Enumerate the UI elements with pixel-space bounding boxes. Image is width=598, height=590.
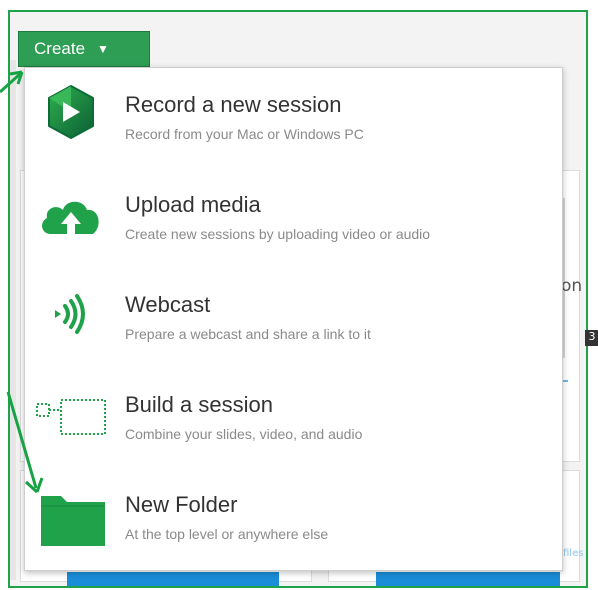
menu-item-webcast[interactable]: Webcast Prepare a webcast and share a li… [25, 268, 562, 368]
create-button-label: Create [34, 39, 86, 58]
menu-item-title: New Folder [125, 492, 238, 517]
menu-item-build-session[interactable]: Build a session Combine your slides, vid… [25, 368, 562, 468]
webcast-icon [35, 278, 107, 350]
chevron-down-icon: ▼ [97, 42, 109, 56]
folder-icon [35, 478, 107, 550]
menu-item-subtitle: Create new sessions by uploading video o… [125, 226, 431, 242]
cloud-upload-icon [35, 178, 107, 250]
background-partial-label: files [563, 548, 584, 559]
menu-item-subtitle: At the top level or anywhere else [125, 526, 329, 542]
background-partial-text: on [561, 276, 583, 296]
menu-item-subtitle: Record from your Mac or Windows PC [125, 126, 364, 142]
build-session-icon [35, 378, 107, 450]
background-progress-bar [376, 572, 560, 586]
menu-item-new-folder[interactable]: New Folder At the top level or anywhere … [25, 468, 562, 568]
background-duration-badge: 3 [585, 330, 598, 346]
menu-item-subtitle: Combine your slides, video, and audio [125, 426, 363, 442]
menu-item-subtitle: Prepare a webcast and share a link to it [125, 326, 371, 342]
menu-item-title: Build a session [125, 392, 273, 417]
menu-item-record-session[interactable]: Record a new session Record from your Ma… [25, 68, 562, 168]
background-progress-bar [67, 572, 279, 586]
menu-item-title: Upload media [125, 192, 261, 217]
menu-item-title: Record a new session [125, 92, 342, 117]
create-dropdown-menu: Record a new session Record from your Ma… [24, 67, 563, 571]
background-sidebar [10, 60, 16, 580]
menu-item-upload-media[interactable]: Upload media Create new sessions by uplo… [25, 168, 562, 268]
menu-item-title: Webcast [125, 292, 211, 317]
create-button[interactable]: Create ▼ [18, 31, 150, 67]
panopto-record-icon [35, 78, 107, 150]
